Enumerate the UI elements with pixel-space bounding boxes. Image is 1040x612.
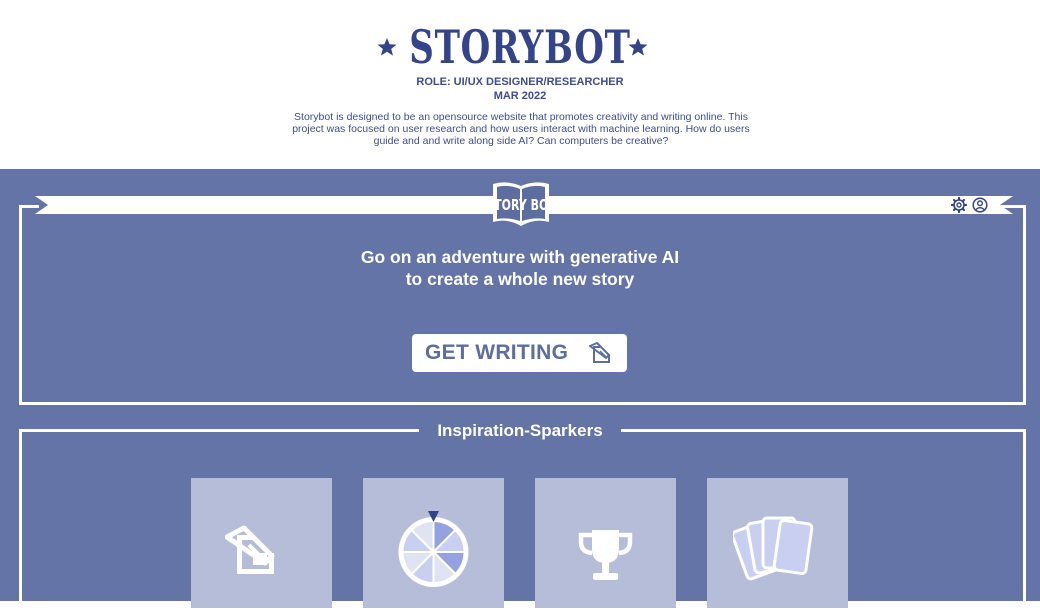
logo-text: STORY BOT [490,197,552,214]
cards-icon [733,516,814,581]
trophy-icon [578,530,633,580]
get-writing-label: GET WRITING [425,341,569,364]
inspiration-card-cards[interactable] [707,478,848,608]
gear-icon[interactable] [951,197,967,213]
inspiration-card-writing[interactable] [191,478,332,608]
project-description: Storybot is designed to be an opensource… [292,111,750,147]
spinner-wheel-icon [398,511,469,587]
user-profile-icon[interactable] [972,197,988,213]
storybot-logo[interactable]: STORY BOT [490,180,552,228]
inspiration-card-spinner[interactable] [363,478,504,608]
writing-icon [225,525,275,574]
portfolio-header: STORYBOT ROLE: UI/UX DESIGNER/RESEARCHER… [0,0,1040,169]
hero-headline: Go on an adventure with generative AI to… [360,247,680,289]
page-title: STORYBOT [409,20,631,74]
star-icon [628,38,648,56]
inspiration-panel [19,429,1026,612]
inspiration-title: Inspiration-Sparkers [419,419,621,443]
title-row: STORYBOT [0,20,1040,74]
get-writing-button[interactable]: GET WRITING [412,334,627,372]
inspiration-card-trophy[interactable] [535,478,676,608]
writing-icon [589,342,610,363]
role-text: ROLE: UI/UX DESIGNER/RESEARCHER [416,76,624,88]
hero-panel [19,205,1026,405]
date-text: MAR 2022 [493,90,547,102]
